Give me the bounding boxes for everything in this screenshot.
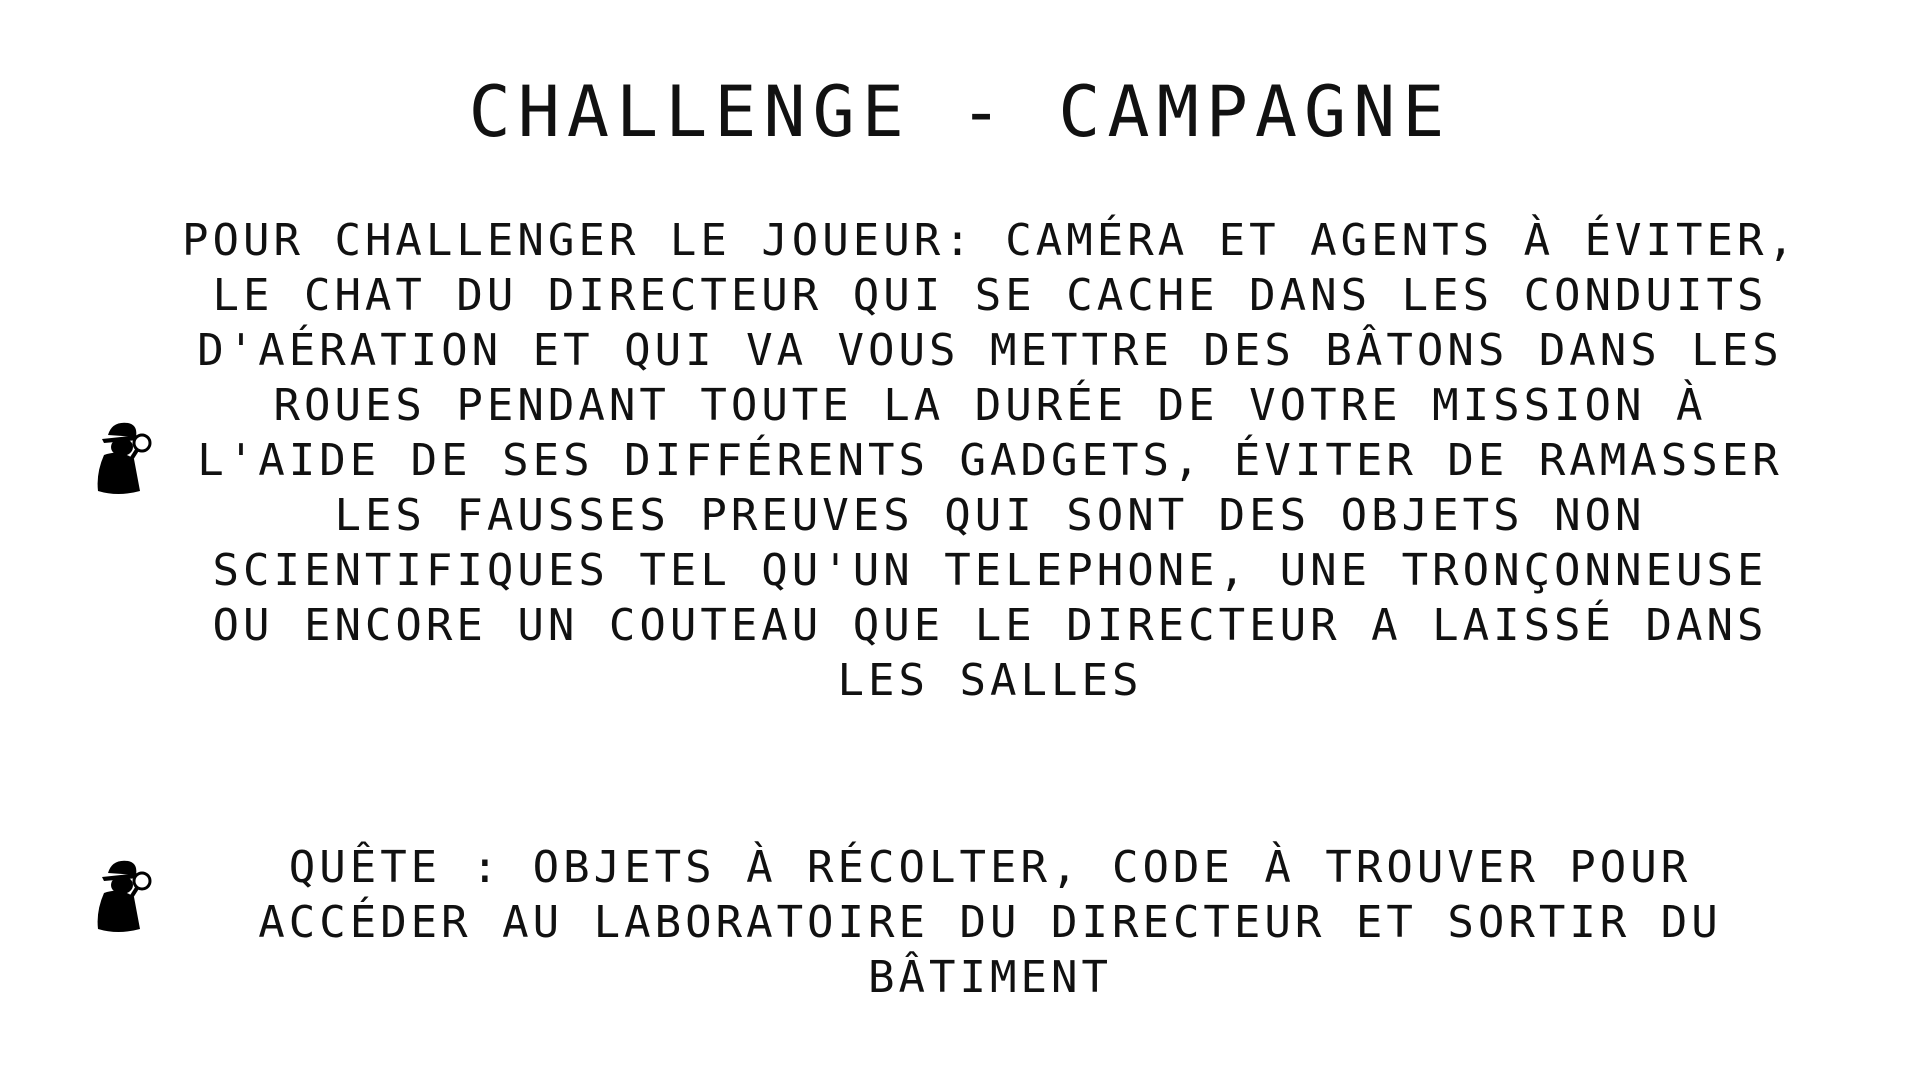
detective-magnifier-icon <box>94 853 154 933</box>
slide: CHALLENGE - CAMPAGNE POUR CHALLENGER LE … <box>0 0 1920 1080</box>
detective-magnifier-icon <box>94 415 154 495</box>
challenge-paragraph: POUR CHALLENGER LE JOUEUR: CAMÉRA ET AGE… <box>182 215 1798 706</box>
slide-title: CHALLENGE - CAMPAGNE <box>468 71 1452 153</box>
quest-paragraph: QUÊTE : OBJETS À RÉCOLTER, CODE À TROUVE… <box>258 842 1722 1003</box>
